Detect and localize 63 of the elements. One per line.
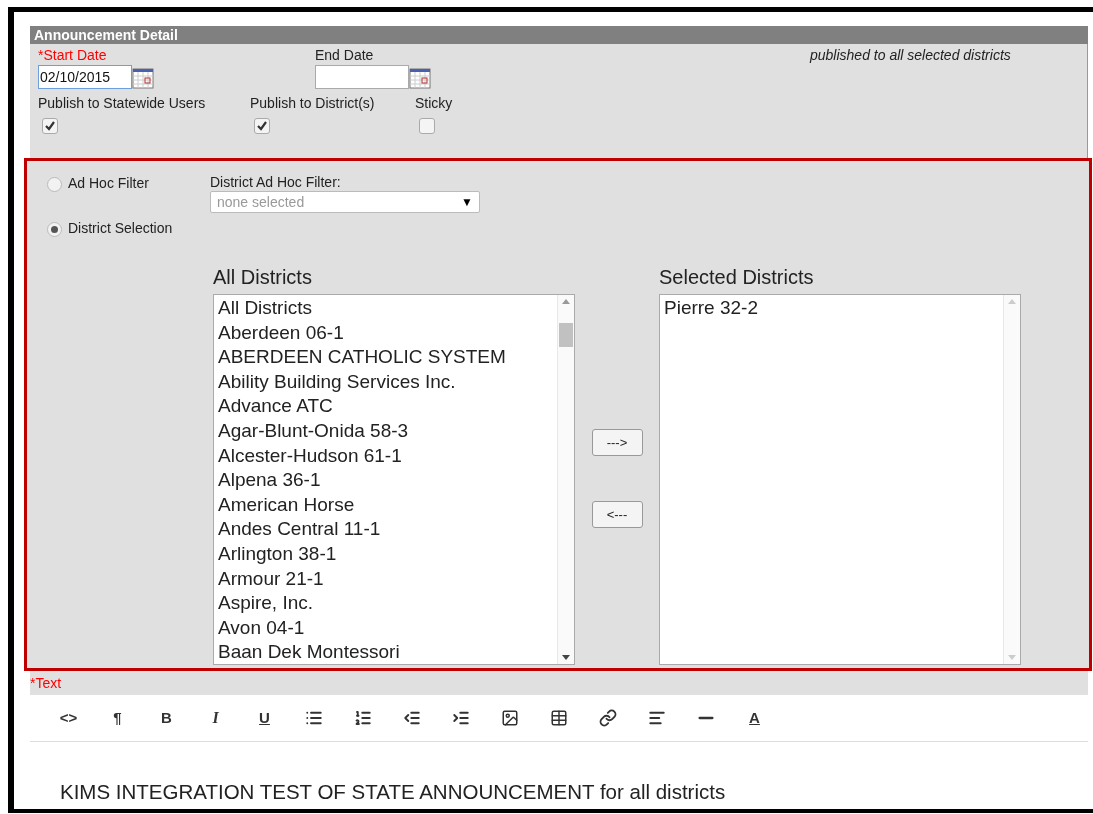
list-item[interactable]: Avon 04-1 [218, 615, 557, 641]
list-item[interactable]: Aberdeen 06-1 [218, 320, 557, 346]
scroll-thumb[interactable] [559, 322, 573, 347]
list-item[interactable]: Advance ATC [218, 394, 557, 419]
district-listbox[interactable] [213, 294, 575, 665]
list-heading: Selected Districts [659, 266, 815, 288]
checkbox-label: Publish to Statewide Users [38, 94, 207, 113]
move-button[interactable]: <--- [591, 501, 643, 528]
scroll-up-icon[interactable] [562, 299, 570, 304]
list-item[interactable]: American Horse [218, 492, 557, 518]
bullet-list-icon[interactable] [304, 709, 323, 727]
radio-button[interactable] [47, 177, 62, 192]
radio-button[interactable] [47, 222, 62, 237]
district-listbox[interactable]: Pierre 32-2 [659, 294, 1021, 665]
list-item[interactable]: Agar-Blunt-Onida 58-3 [218, 418, 557, 444]
bold-button[interactable]: B [161, 706, 172, 730]
list-item[interactable]: Arlington 38-1 [218, 541, 557, 567]
underline-button[interactable]: A [749, 706, 760, 730]
field-label: *Text [30, 674, 63, 693]
checkbox[interactable] [42, 118, 58, 134]
list-item[interactable]: Ability Building Services Inc. [218, 369, 557, 395]
list-item[interactable]: All Districts [218, 296, 557, 321]
checkbox-label: Sticky [415, 94, 453, 113]
publish-note: published to all selected districts [810, 48, 1011, 65]
toolbar-button[interactable]: <> [59, 706, 78, 730]
link-icon[interactable] [598, 709, 617, 727]
outdent-icon[interactable] [402, 709, 421, 727]
list-item[interactable]: Alcester-Hudson 61-1 [218, 443, 557, 469]
field-label: District Ad Hoc Filter: [210, 173, 342, 191]
scroll-down-icon[interactable] [562, 655, 570, 660]
radio-label: Ad Hoc Filter [68, 174, 149, 193]
numbered-list-icon[interactable] [353, 709, 372, 727]
italic-button[interactable]: I [212, 706, 219, 730]
list-item[interactable]: Armour 21-1 [218, 566, 557, 592]
field-label: End Date [315, 48, 375, 63]
list-item[interactable]: Andes Central 11-1 [218, 517, 557, 542]
date-field[interactable] [315, 65, 409, 89]
scrollbar[interactable] [557, 295, 574, 664]
list-item[interactable]: ABERDEEN CATHOLIC SYSTEM [218, 345, 557, 370]
date-field[interactable]: 02/10/2015 [38, 65, 132, 89]
checkbox[interactable] [419, 118, 435, 134]
checkbox-label: Publish to District(s) [250, 94, 376, 113]
panel-header: Announcement Detail [30, 26, 1088, 44]
move-button[interactable]: ---> [591, 429, 643, 456]
image-icon[interactable] [500, 709, 519, 727]
indent-icon[interactable] [451, 709, 470, 727]
align-left-icon[interactable] [647, 709, 666, 727]
list-item[interactable]: Baan Dek Montessori [218, 640, 557, 665]
editor-text: KIMS INTEGRATION TEST OF STATE ANNOUNCEMENT for all districts [60, 779, 727, 805]
checkbox[interactable] [254, 118, 270, 134]
calendar-icon[interactable] [409, 67, 431, 89]
radio-label: District Selection [68, 219, 173, 238]
toolbar-button[interactable]: ¶ [113, 706, 122, 730]
list-item[interactable]: Alpena 36-1 [218, 468, 557, 493]
field-label: *Start Date [38, 48, 108, 63]
list-item[interactable]: Aspire, Inc. [218, 591, 557, 616]
dropdown[interactable]: none selected ▼ [210, 191, 480, 213]
list-item[interactable]: Pierre 32-2 [664, 296, 1003, 321]
list-heading: All Districts [213, 266, 313, 288]
calendar-icon[interactable] [132, 67, 154, 89]
dropdown-arrow: ▼ [461, 194, 473, 211]
underline-button[interactable]: U [259, 706, 270, 730]
table-icon[interactable] [549, 709, 568, 727]
